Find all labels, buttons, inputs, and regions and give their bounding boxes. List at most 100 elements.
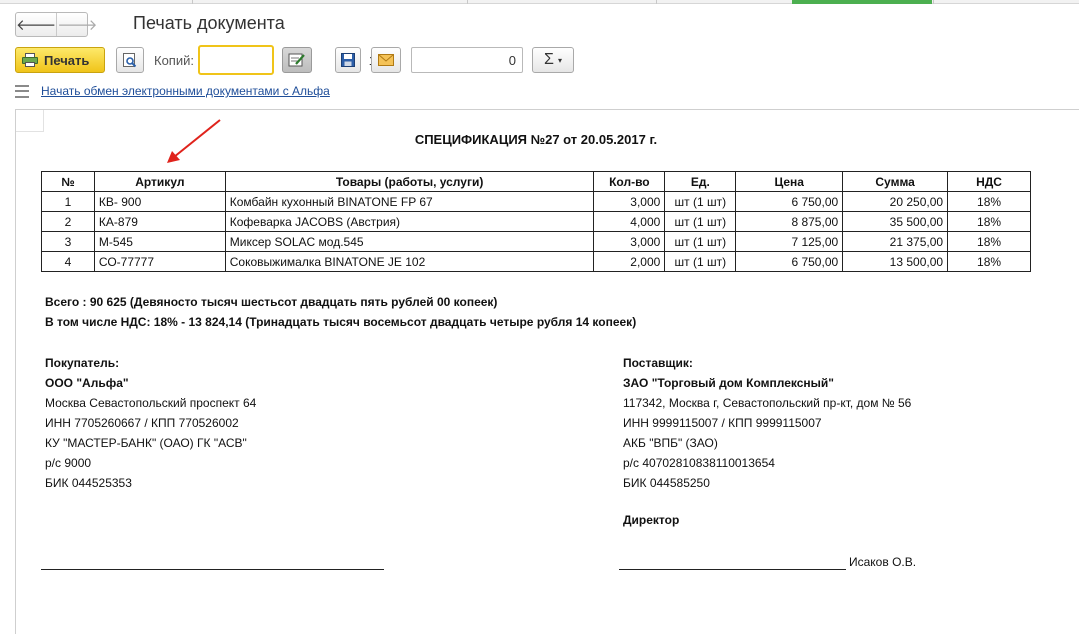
tab-separator — [656, 0, 657, 4]
spreadsheet-corner-cell — [16, 110, 44, 132]
row-number-cell: 2 — [41, 211, 95, 232]
amount-cell: 35 500,00 — [842, 211, 949, 232]
buyer-block: Покупатель: ООО "Альфа" Москва Севастопо… — [45, 353, 256, 493]
edi-exchange-row: Начать обмен электронными документами с … — [15, 84, 330, 98]
preview-magnifier-icon — [123, 53, 137, 68]
price-cell: 6 750,00 — [735, 251, 844, 272]
product-cell: Кофеварка JACOBS (Австрия) — [224, 211, 595, 232]
column-header: Сумма — [842, 171, 949, 192]
back-button[interactable]: 🡐 — [16, 13, 58, 36]
unit-cell: шт (1 шт) — [664, 191, 737, 212]
column-header: НДС — [947, 171, 1031, 192]
navigation-buttons: 🡐 🡒 — [15, 12, 97, 37]
start-edi-exchange-link[interactable]: Начать обмен электронными документами с … — [41, 84, 330, 98]
article-cell: М-545 — [93, 231, 226, 252]
unit-cell: шт (1 шт) — [664, 231, 737, 252]
supplier-block: Поставщик: ЗАО "Торговый дом Комплексный… — [623, 353, 911, 493]
floppy-disk-icon — [341, 53, 355, 67]
table-row: 1 КВ- 900 Комбайн кухонный BINATONE FP 6… — [41, 191, 1031, 212]
tab-strip — [0, 0, 1079, 4]
send-email-button[interactable] — [371, 47, 401, 73]
quantity-cell: 2,000 — [593, 251, 666, 272]
vat-cell: 18% — [947, 251, 1031, 272]
arrow-right-icon: 🡒 — [57, 17, 98, 34]
vat-cell: 18% — [947, 211, 1031, 232]
buyer-name: ООО "Альфа" — [45, 376, 129, 390]
quantity-cell: 3,000 — [593, 231, 666, 252]
buyer-signature-line — [41, 569, 384, 570]
envelope-icon — [378, 54, 394, 66]
unit-cell: шт (1 шт) — [664, 251, 737, 272]
vat-cell: 18% — [947, 191, 1031, 212]
supplier-bik: БИК 044585250 — [623, 476, 710, 490]
column-header: Цена — [735, 171, 844, 192]
amount-cell: 20 250,00 — [842, 191, 949, 212]
copies-stepper: ▲ ▼ — [198, 45, 386, 75]
annotation-arrow-icon — [167, 119, 221, 163]
price-cell: 7 125,00 — [735, 231, 844, 252]
row-number-cell: 4 — [41, 251, 95, 272]
save-button[interactable] — [335, 47, 361, 73]
tab-separator — [467, 0, 468, 4]
arrow-left-icon: 🡐 — [16, 17, 57, 34]
window-title: Печать документа — [133, 13, 285, 33]
supplier-account: р/с 40702810838110013654 — [623, 456, 775, 470]
copies-label: Копий: — [154, 53, 194, 68]
vat-amount-line: В том числе НДС: 18% - 13 824,14 (Тринад… — [45, 315, 637, 329]
row-number-cell: 3 — [41, 231, 95, 252]
totals-block: Всего : 90 625 (Девяносто тысяч шестьсот… — [45, 292, 636, 332]
buyer-bik: БИК 044525353 — [45, 476, 132, 490]
buyer-heading: Покупатель: — [45, 356, 120, 370]
print-preview-button[interactable] — [116, 47, 144, 73]
column-header: Кол-во — [593, 171, 666, 192]
table-header-row: № Артикул Товары (работы, услуги) Кол-во… — [41, 171, 1031, 192]
sum-mode-menu-button[interactable]: Σ ▾ — [532, 47, 574, 73]
buyer-bank: КУ "МАСТЕР-БАНК" (ОАО) ГК "АСВ" — [45, 436, 247, 450]
edit-pencil-icon — [288, 53, 305, 67]
active-tab-indicator[interactable] — [792, 0, 932, 4]
price-cell: 8 875,00 — [735, 211, 844, 232]
buyer-address: Москва Севастопольский проспект 64 — [45, 396, 257, 410]
specification-table: № Артикул Товары (работы, услуги) Кол-во… — [41, 171, 1031, 272]
row-number-cell: 1 — [41, 191, 95, 212]
article-cell: КВ- 900 — [93, 191, 226, 212]
supplier-name: ЗАО "Торговый дом Комплексный" — [623, 376, 834, 390]
product-cell: Миксер SOLAC мод.545 — [224, 231, 595, 252]
sigma-icon: Σ — [544, 51, 554, 68]
document-exchange-icon — [15, 84, 29, 98]
amount-cell: 13 500,00 — [842, 251, 949, 272]
supplier-bank: АКБ "ВПБ" (ЗАО) — [623, 436, 718, 450]
table-row: 4 СО-77777 Соковыжималка BINATONE JE 102… — [41, 251, 1031, 272]
supplier-signature-line — [619, 569, 846, 570]
buyer-inn: ИНН 7705260667 / КПП 770526002 — [45, 416, 239, 430]
buyer-account: р/с 9000 — [45, 456, 92, 470]
printer-icon — [22, 53, 38, 67]
price-cell: 6 750,00 — [735, 191, 844, 212]
supplier-address: 117342, Москва г, Севастопольский пр-кт,… — [623, 396, 912, 410]
selection-sum-field[interactable]: 0 — [411, 47, 523, 73]
article-cell: КА-879 — [93, 211, 226, 232]
vat-cell: 18% — [947, 231, 1031, 252]
forward-button[interactable]: 🡒 — [57, 13, 97, 36]
print-button[interactable]: Печать — [15, 47, 105, 73]
director-label: Директор — [623, 513, 680, 527]
article-cell: СО-77777 — [93, 251, 226, 272]
tab-separator — [192, 0, 193, 4]
table-row: 3 М-545 Миксер SOLAC мод.545 3,000 шт (1… — [41, 231, 1031, 252]
supplier-inn: ИНН 9999115007 / КПП 9999115007 — [623, 416, 822, 430]
product-cell: Соковыжималка BINATONE JE 102 — [224, 251, 595, 272]
supplier-heading: Поставщик: — [623, 356, 693, 370]
amount-cell: 21 375,00 — [842, 231, 949, 252]
column-header: № — [41, 171, 95, 192]
edit-document-button[interactable] — [282, 47, 312, 73]
column-header: Артикул — [93, 171, 226, 192]
column-header: Товары (работы, услуги) — [224, 171, 595, 192]
tab-separator — [933, 0, 934, 4]
table-row: 2 КА-879 Кофеварка JACOBS (Австрия) 4,00… — [41, 211, 1031, 232]
column-header: Ед. — [664, 171, 737, 192]
director-name: Исаков О.В. — [849, 555, 917, 569]
unit-cell: шт (1 шт) — [664, 211, 737, 232]
chevron-down-icon: ▾ — [557, 55, 562, 65]
quantity-cell: 4,000 — [593, 211, 666, 232]
print-button-label: Печать — [44, 52, 90, 68]
